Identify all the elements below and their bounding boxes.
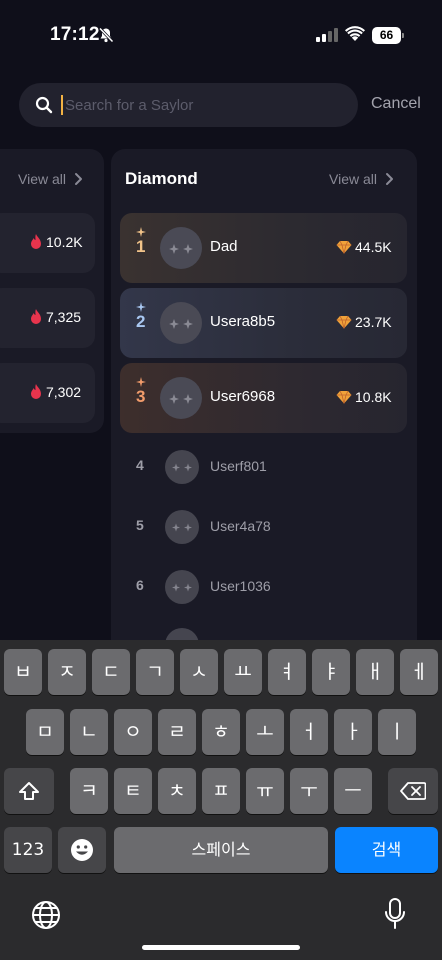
shift-icon [19, 782, 39, 800]
bell-off-icon [98, 27, 114, 43]
fire-icon [31, 309, 41, 324]
view-all-link-previous[interactable]: View all [18, 171, 66, 187]
status-time: 17:12 [50, 24, 100, 45]
username: User6968 [210, 388, 276, 405]
key[interactable]: ㅑ [312, 649, 350, 695]
key[interactable]: ㄷ [92, 649, 130, 695]
username: User4a78 [210, 518, 271, 534]
search-bar[interactable] [19, 83, 358, 127]
globe-icon[interactable] [31, 900, 61, 930]
username: User1036 [210, 578, 271, 594]
key[interactable]: ㅜ [290, 768, 328, 814]
search-icon [35, 96, 53, 114]
rank-number: 2 [136, 312, 146, 331]
key[interactable]: ㅛ [224, 649, 262, 695]
key[interactable]: ㄱ [136, 649, 174, 695]
key[interactable]: ㅠ [246, 768, 284, 814]
rank-number: 6 [136, 577, 144, 593]
key[interactable]: ㅕ [268, 649, 306, 695]
sparkle-icon [136, 227, 146, 237]
diamond-icon [336, 315, 352, 329]
view-all-link[interactable]: View all [329, 171, 377, 187]
chevron-right-icon [75, 173, 82, 185]
fire-icon [31, 234, 41, 249]
card-title: Diamond [125, 169, 198, 188]
avatar [160, 227, 202, 269]
key[interactable]: ㅈ [48, 649, 86, 695]
key[interactable]: ㅣ [378, 709, 416, 755]
avatar [165, 450, 199, 484]
search-key[interactable]: 검색 [335, 827, 438, 873]
username: Userf801 [210, 458, 267, 474]
score-value: 44.5K [355, 239, 392, 255]
key[interactable]: ㄹ [158, 709, 196, 755]
username: Usera8b5 [210, 313, 276, 330]
space-key[interactable]: 스페이스 [114, 827, 328, 873]
wifi-icon [345, 26, 365, 41]
home-indicator[interactable] [142, 945, 300, 950]
avatar [165, 510, 199, 544]
leaderboard-row-3[interactable]: 3 User6968 10.8K [120, 363, 407, 433]
score-value: 7,302 [46, 384, 82, 400]
score-value: 23.7K [355, 314, 392, 330]
battery-level: 66 [372, 27, 401, 44]
key[interactable]: ㅁ [26, 709, 64, 755]
avatar [165, 570, 199, 604]
rank-number: 5 [136, 517, 144, 533]
leaderboard-row-5[interactable]: 5 User4a78 [120, 506, 407, 546]
backspace-icon [400, 782, 426, 800]
fire-icon [31, 384, 41, 399]
microphone-icon[interactable] [385, 898, 405, 930]
score-value: 10.8K [355, 389, 392, 405]
text-caret [61, 95, 63, 115]
diamond-icon [336, 390, 352, 404]
username: Dad [210, 238, 238, 255]
key[interactable]: ㅊ [158, 768, 196, 814]
shift-key[interactable] [4, 768, 54, 814]
key[interactable]: ㅇ [114, 709, 152, 755]
leaderboard-row-1[interactable]: 1 Dad 44.5K [120, 213, 407, 283]
sparkle-icon [136, 377, 146, 387]
diamond-icon [336, 240, 352, 254]
key[interactable]: ㅌ [114, 768, 152, 814]
key[interactable]: ㅂ [4, 649, 42, 695]
avatar [160, 377, 202, 419]
key[interactable]: ㅡ [334, 768, 372, 814]
list-item[interactable]: 10.2K [0, 213, 95, 273]
backspace-key[interactable] [388, 768, 438, 814]
rank-number: 3 [136, 387, 146, 406]
emoji-key[interactable] [58, 827, 106, 873]
status-bar: 17:12 66 [0, 0, 442, 70]
key[interactable]: ㅅ [180, 649, 218, 695]
leaderboard-row-6[interactable]: 6 User1036 [120, 566, 407, 606]
list-item[interactable]: 7,325 [0, 288, 95, 348]
signal-icon [316, 28, 338, 42]
sparkle-icon [136, 302, 146, 312]
battery-icon: 66 [372, 27, 404, 44]
key[interactable]: ㅏ [334, 709, 372, 755]
score-value: 10.2K [46, 234, 83, 250]
key[interactable]: ㅍ [202, 768, 240, 814]
chevron-right-icon [386, 173, 393, 185]
leaderboard-row-2[interactable]: 2 Usera8b5 23.7K [120, 288, 407, 358]
rank-number: 4 [136, 457, 144, 473]
cancel-button[interactable]: Cancel [371, 95, 421, 113]
avatar [160, 302, 202, 344]
key[interactable]: ㅎ [202, 709, 240, 755]
key[interactable]: ㅓ [290, 709, 328, 755]
list-item[interactable]: 7,302 [0, 363, 95, 423]
emoji-icon [71, 839, 93, 861]
key[interactable]: ㅔ [400, 649, 438, 695]
key[interactable]: ㅗ [246, 709, 284, 755]
key[interactable]: ㅐ [356, 649, 394, 695]
key[interactable]: ㅋ [70, 768, 108, 814]
score-value: 7,325 [46, 309, 82, 325]
leaderboard-row-4[interactable]: 4 Userf801 [120, 446, 407, 486]
keyboard: ㅂ ㅈ ㄷ ㄱ ㅅ ㅛ ㅕ ㅑ ㅐ ㅔ ㅁ ㄴ ㅇ ㄹ ㅎ ㅗ ㅓ ㅏ ㅣ ㅋ … [0, 640, 442, 960]
key[interactable]: ㄴ [70, 709, 108, 755]
numbers-key[interactable]: 123 [4, 827, 52, 873]
search-input[interactable] [61, 91, 341, 119]
rank-number: 1 [136, 237, 146, 256]
